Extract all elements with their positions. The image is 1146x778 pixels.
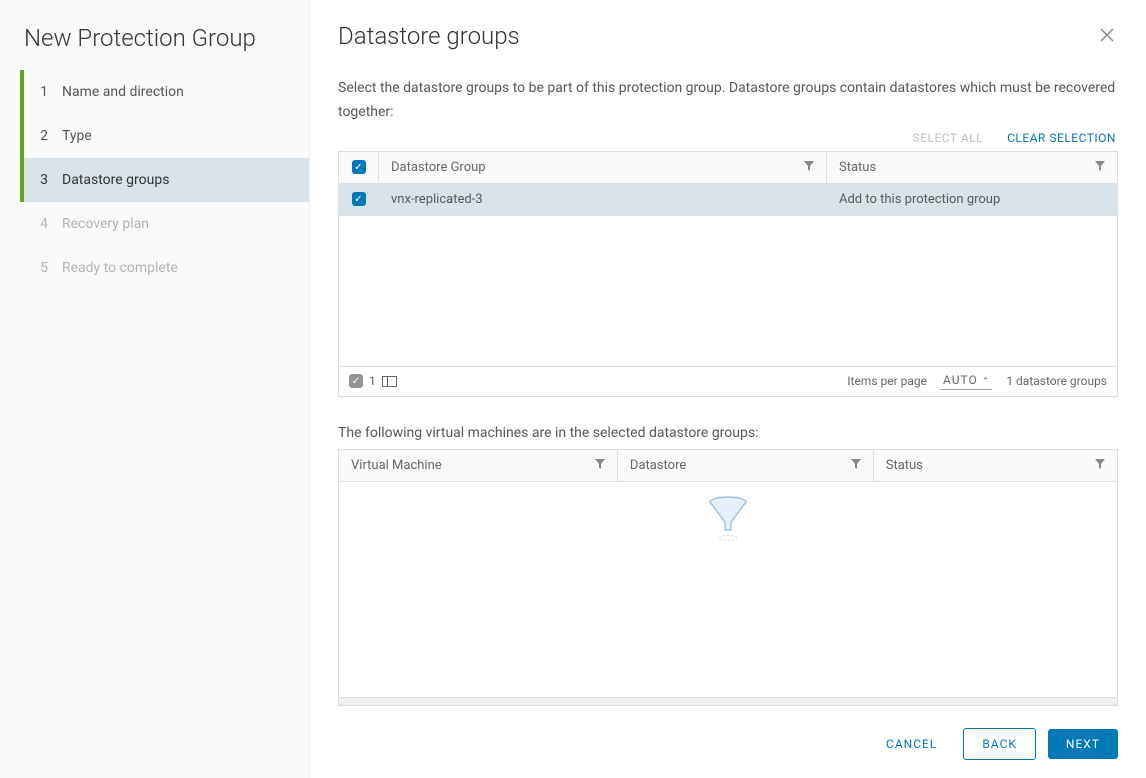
row-status: Add to this protection group bbox=[839, 192, 1000, 207]
wizard-step-recovery-plan: 4 Recovery plan bbox=[20, 202, 309, 246]
wizard-step-name-direction[interactable]: 1 Name and direction bbox=[20, 70, 309, 114]
step-number: 2 bbox=[32, 128, 48, 144]
selected-count: 1 bbox=[369, 374, 376, 388]
step-number: 5 bbox=[32, 260, 48, 276]
columns-icon[interactable] bbox=[382, 376, 397, 387]
filter-icon[interactable] bbox=[1095, 459, 1105, 472]
row-checkbox[interactable]: ✓ bbox=[352, 192, 366, 206]
step-label: Recovery plan bbox=[62, 216, 149, 232]
footer-checkbox[interactable]: ✓ bbox=[349, 374, 363, 388]
next-button[interactable]: NEXT bbox=[1048, 729, 1118, 759]
select-all-link: SELECT ALL bbox=[913, 131, 984, 145]
step-label: Ready to complete bbox=[62, 260, 178, 276]
step-label: Datastore groups bbox=[62, 172, 169, 188]
step-number: 1 bbox=[32, 84, 48, 100]
total-count-label: 1 datastore groups bbox=[1006, 374, 1107, 388]
table-row[interactable]: ✓ vnx-replicated-3 Add to this protectio… bbox=[339, 184, 1117, 216]
close-icon[interactable] bbox=[1096, 22, 1118, 51]
filter-icon[interactable] bbox=[851, 459, 861, 472]
select-all-checkbox[interactable]: ✓ bbox=[352, 160, 366, 174]
page-title: Datastore groups bbox=[338, 22, 520, 50]
chevron-up-icon: ⌃ bbox=[982, 377, 991, 387]
items-per-page-select[interactable]: AUTO ⌃ bbox=[941, 373, 992, 390]
row-datastore-name: vnx-replicated-3 bbox=[391, 192, 483, 207]
step-label: Type bbox=[62, 128, 92, 144]
step-label: Name and direction bbox=[62, 84, 184, 100]
step-number: 4 bbox=[32, 216, 48, 232]
back-button[interactable]: BACK bbox=[963, 728, 1036, 760]
wizard-step-ready: 5 Ready to complete bbox=[20, 246, 309, 290]
wizard-step-datastore-groups[interactable]: 3 Datastore groups bbox=[20, 158, 309, 202]
datastore-groups-table: ✓ Datastore Group Status ✓ bbox=[338, 151, 1118, 397]
cancel-button[interactable]: CANCEL bbox=[872, 729, 951, 759]
col-datastore-group-header: Datastore Group bbox=[391, 160, 486, 175]
col-datastore-header: Datastore bbox=[630, 458, 686, 473]
wizard-step-type[interactable]: 2 Type bbox=[20, 114, 309, 158]
filter-icon[interactable] bbox=[804, 161, 814, 174]
col-vm-header: Virtual Machine bbox=[351, 458, 442, 473]
wizard-title: New Protection Group bbox=[0, 0, 309, 70]
step-number: 3 bbox=[32, 172, 48, 188]
filter-icon[interactable] bbox=[595, 459, 605, 472]
filter-icon[interactable] bbox=[1095, 161, 1105, 174]
col-status-header: Status bbox=[839, 160, 876, 175]
funnel-empty-icon bbox=[708, 496, 748, 540]
vm-description-text: The following virtual machines are in th… bbox=[338, 425, 1118, 441]
clear-selection-link[interactable]: CLEAR SELECTION bbox=[1007, 131, 1116, 145]
description-text: Select the datastore groups to be part o… bbox=[338, 77, 1118, 125]
items-per-page-label: Items per page bbox=[847, 374, 927, 388]
col-status-header: Status bbox=[886, 458, 923, 473]
virtual-machines-table: Virtual Machine Datastore Status bbox=[338, 449, 1118, 706]
wizard-sidebar: New Protection Group 1 Name and directio… bbox=[0, 0, 310, 778]
